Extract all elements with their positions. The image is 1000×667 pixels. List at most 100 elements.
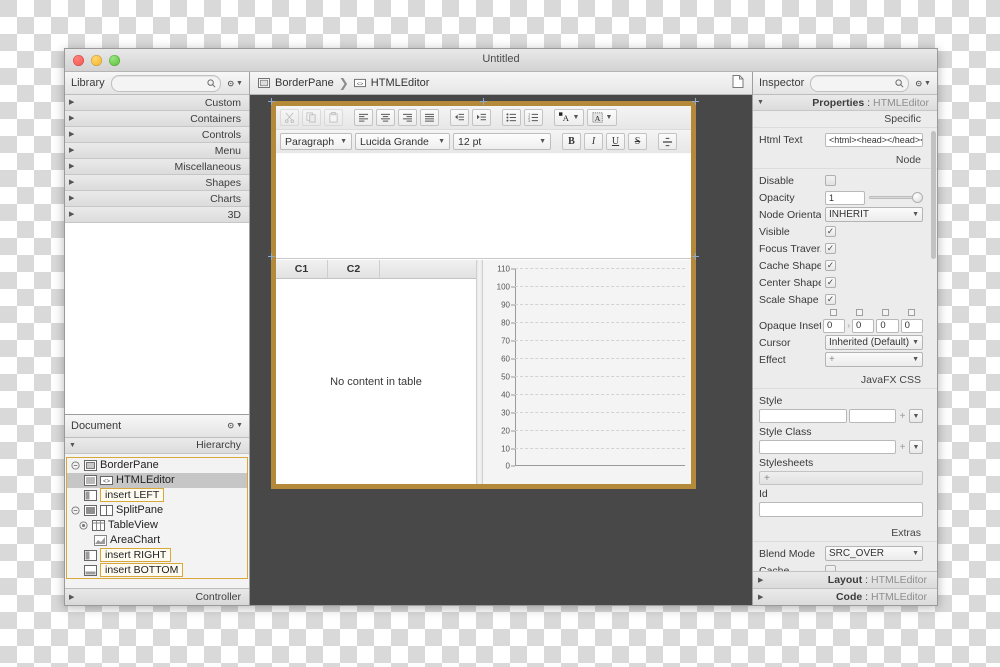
resize-handle-n[interactable] [480,98,487,105]
add-style-class-button[interactable]: + [898,442,907,453]
paragraph-format-select[interactable]: Paragraph ▼ [280,133,352,150]
visible-checkbox[interactable]: ✓ [825,226,836,237]
bullet-list-button[interactable] [502,109,521,126]
code-section-header[interactable]: ▶ Code : HTMLEditor [753,588,937,605]
italic-button[interactable]: I [584,133,603,150]
library-section-menu[interactable]: ▶ Menu [65,143,249,159]
library-section-custom[interactable]: ▶ Custom [65,95,249,111]
id-input[interactable] [759,502,923,517]
opaque-inset-right-input[interactable]: 0 [852,318,875,333]
cut-button[interactable] [280,109,299,126]
tree-item-htmleditor[interactable]: <> HTMLEditor [67,472,247,488]
blend-mode-select[interactable]: SRC_OVER ▼ [825,546,923,561]
align-justify-button[interactable] [420,109,439,126]
horizontal-rule-button[interactable] [658,133,677,150]
outdent-button[interactable] [450,109,469,126]
bold-button[interactable]: B [562,133,581,150]
expand-toggle-icon[interactable] [78,520,89,530]
breadcrumb-item-htmleditor[interactable]: <> HTMLEditor [353,77,429,89]
style-class-menu-button[interactable]: ▼ [909,440,923,454]
library-search-input[interactable] [110,74,221,92]
library-section-miscellaneous[interactable]: ▶ Miscellaneous [65,159,249,175]
align-left-button[interactable] [354,109,373,126]
style-value-input[interactable] [848,409,896,423]
tree-item-insert-right[interactable]: insert RIGHT [67,548,247,563]
resize-handle-nw[interactable] [268,98,275,105]
indent-button[interactable] [472,109,491,126]
tree-item-splitpane[interactable]: SplitPane [67,503,247,518]
opaque-inset-left-input[interactable]: 0 [900,318,923,333]
areachart[interactable]: 110 100 90 80 70 60 50 40 30 20 10 0 [483,260,691,484]
style-menu-button[interactable]: ▼ [909,409,923,423]
underline-button[interactable]: U [606,133,625,150]
resize-handle-e[interactable] [692,253,699,260]
tree-item-label: BorderPane [100,459,159,471]
numbered-list-button[interactable]: 123 [524,109,543,126]
highlight-color-button[interactable]: A ▼ [587,109,617,126]
copy-button[interactable] [302,109,321,126]
resize-handle-w[interactable] [268,253,275,260]
font-family-select[interactable]: Lucida Grande ▼ [355,133,450,150]
controller-section-header[interactable]: ▶ Controller [65,588,249,605]
library-section-charts[interactable]: ▶ Charts [65,191,249,207]
cache-checkbox[interactable] [825,565,836,571]
scale-shape-checkbox[interactable]: ✓ [825,294,836,305]
breadcrumb-item-borderpane[interactable]: BorderPane [258,77,334,89]
library-options-button[interactable]: ▼ [227,77,243,90]
inspector-options-button[interactable]: ▼ [915,77,931,90]
disable-checkbox[interactable] [825,175,836,186]
opaque-inset-top-input[interactable]: 0 [823,318,846,333]
layout-section-header[interactable]: ▶ Layout : HTMLEditor [753,571,937,588]
tree-item-tableview[interactable]: TableView [67,518,247,533]
properties-section-header[interactable]: ▼ Properties : HTMLEditor [753,95,937,111]
add-style-button[interactable]: + [898,411,907,422]
collapse-toggle-icon[interactable] [70,505,81,515]
opacity-slider[interactable] [869,192,923,203]
tableview[interactable]: C1 C2 No content in table [276,260,476,484]
strikethrough-button[interactable]: S [628,133,647,150]
library-section-containers[interactable]: ▶ Containers [65,111,249,127]
style-class-label: Style Class [759,426,812,438]
collapse-toggle-icon[interactable] [70,460,81,470]
document-options-button[interactable]: ▼ [227,419,243,432]
hierarchy-section-header[interactable]: ▼ Hierarchy [65,437,249,454]
opaque-inset-bottom-input[interactable]: 0 [876,318,899,333]
cursor-select[interactable]: Inherited (Default) ▼ [825,335,923,350]
library-section-3d[interactable]: ▶ 3D [65,207,249,223]
table-column-c2[interactable]: C2 [328,260,380,278]
opacity-input[interactable]: 1 [825,190,865,205]
svg-text:<>: <> [357,81,363,87]
focus-traversable-checkbox[interactable]: ✓ [825,243,836,254]
code-tab-target: HTMLEditor [870,591,927,603]
center-shape-checkbox[interactable]: ✓ [825,277,836,288]
document-icon[interactable] [732,75,744,91]
htmleditor-preview[interactable]: 123 A ▼ A ▼ Paragraph ▼ Lucida Grande ▼ … [268,98,699,489]
text-color-button[interactable]: A ▼ [554,109,584,126]
font-size-select[interactable]: 12 pt ▼ [453,133,551,150]
tree-item-insert-bottom[interactable]: insert BOTTOM [67,563,247,578]
htmleditor-text-area[interactable] [276,154,691,258]
align-right-button[interactable] [398,109,417,126]
paste-button[interactable] [324,109,343,126]
node-orientation-select[interactable]: INHERIT ▼ [825,207,923,222]
tree-item-borderpane[interactable]: BorderPane [67,458,247,473]
style-class-input[interactable] [759,440,896,454]
resize-handle-ne[interactable] [692,98,699,105]
table-column-c1[interactable]: C1 [276,260,328,278]
insets-link-icon[interactable]: › [847,321,850,330]
opaque-insets-icon-row [753,308,937,317]
design-canvas[interactable]: 123 A ▼ A ▼ Paragraph ▼ Lucida Grande ▼ … [250,95,752,605]
inspector-search-input[interactable] [810,74,909,92]
stylesheets-add-button[interactable]: + [759,471,923,485]
effect-select[interactable]: + ▼ [825,352,923,367]
cache-shape-checkbox[interactable]: ✓ [825,260,836,271]
style-input[interactable] [759,409,847,423]
html-text-input[interactable]: <html><head></head><l [825,132,923,147]
splitpane-divider[interactable] [476,260,483,484]
tree-item-areachart[interactable]: AreaChart [67,533,247,548]
inspector-scrollbar[interactable] [931,131,936,567]
library-section-controls[interactable]: ▶ Controls [65,127,249,143]
tree-item-insert-left[interactable]: insert LEFT [67,488,247,503]
library-section-shapes[interactable]: ▶ Shapes [65,175,249,191]
align-center-button[interactable] [376,109,395,126]
